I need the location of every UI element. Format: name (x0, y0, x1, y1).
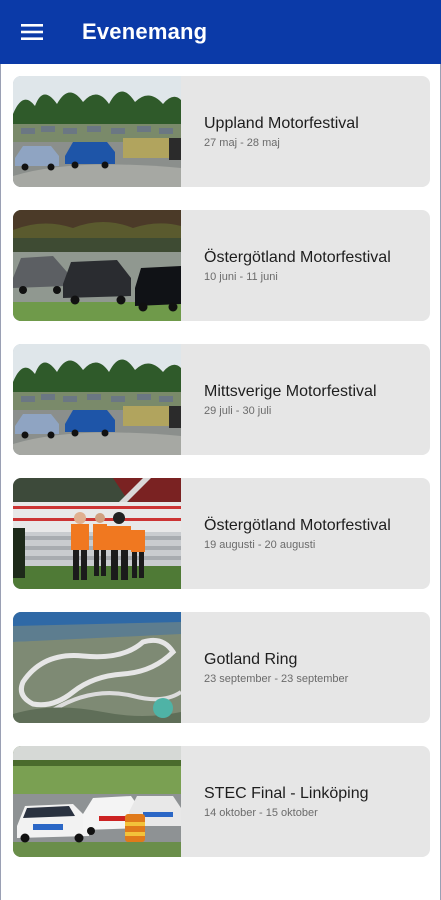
event-name: Gotland Ring (204, 650, 298, 668)
event-info: Mittsverige Motorfestival 29 juli - 30 j… (181, 344, 430, 455)
event-card[interactable]: Uppland Motorfestival 27 maj - 28 maj (13, 76, 430, 187)
app-bar: Evenemang (0, 0, 441, 64)
page-title: Evenemang (82, 19, 208, 44)
event-name: Östergötland Motorfestival (204, 248, 391, 266)
event-image (13, 478, 181, 589)
event-dates: 14 oktober - 15 oktober (204, 806, 318, 819)
event-name: Mittsverige Motorfestival (204, 382, 377, 400)
event-name: Östergötland Motorfestival (204, 516, 391, 534)
event-info: Gotland Ring 23 september - 23 september (181, 612, 430, 723)
event-card[interactable]: Östergötland Motorfestival 19 augusti - … (13, 478, 430, 589)
event-image (13, 612, 181, 723)
event-image (13, 210, 181, 321)
event-dates: 10 juni - 11 juni (204, 270, 278, 283)
event-info: STEC Final - Linköping 14 oktober - 15 o… (181, 746, 430, 857)
event-dates: 19 augusti - 20 augusti (204, 538, 316, 551)
event-dates: 29 juli - 30 juli (204, 404, 272, 417)
event-image (13, 76, 181, 187)
event-card[interactable]: STEC Final - Linköping 14 oktober - 15 o… (13, 746, 430, 857)
event-card[interactable]: Mittsverige Motorfestival 29 juli - 30 j… (13, 344, 430, 455)
event-info: Östergötland Motorfestival 19 augusti - … (181, 478, 430, 589)
event-dates: 27 maj - 28 maj (204, 136, 280, 149)
event-image (13, 344, 181, 455)
event-image (13, 746, 181, 857)
event-card[interactable]: Gotland Ring 23 september - 23 september (13, 612, 430, 723)
event-info: Östergötland Motorfestival 10 juni - 11 … (181, 210, 430, 321)
menu-button[interactable] (0, 0, 64, 64)
hamburger-menu-icon (21, 24, 43, 40)
event-card[interactable]: Östergötland Motorfestival 10 juni - 11 … (13, 210, 430, 321)
event-name: Uppland Motorfestival (204, 114, 359, 132)
event-dates: 23 september - 23 september (204, 672, 349, 685)
event-name: STEC Final - Linköping (204, 784, 369, 802)
event-list: Uppland Motorfestival 27 maj - 28 maj Ös… (0, 64, 441, 900)
event-info: Uppland Motorfestival 27 maj - 28 maj (181, 76, 430, 187)
